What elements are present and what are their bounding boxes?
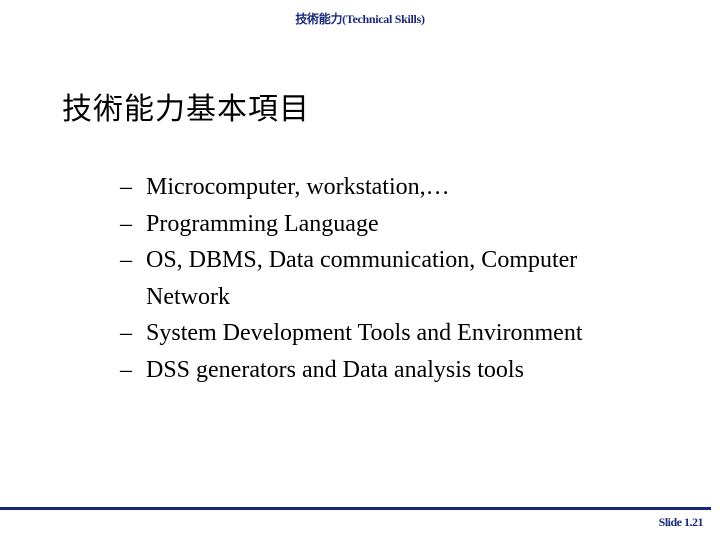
bullet-text: Microcomputer, workstation,…	[146, 174, 450, 200]
bullet-text: DSS generators and Data analysis tools	[146, 356, 524, 383]
bullet-continuation-text: Network	[146, 283, 230, 310]
bullet-item: – Microcomputer, workstation,…	[118, 169, 678, 206]
dash-bullet-icon: –	[120, 247, 132, 273]
bullet-item: – Programming Language	[118, 206, 678, 243]
bullet-item: – DSS generators and Data analysis tools	[118, 352, 678, 389]
bullet-text: Programming Language	[146, 210, 379, 237]
bullet-item: – OS, DBMS, Data communication, Computer …	[118, 242, 678, 315]
header-title: 技術能力(Technical Skills)	[295, 12, 425, 26]
dash-bullet-icon: –	[120, 210, 132, 237]
slide-number: Slide 1.21	[658, 515, 704, 529]
slide-title: 技術能力基本項目	[62, 92, 310, 127]
dash-bullet-icon: –	[120, 356, 132, 383]
dash-bullet-icon: –	[120, 320, 132, 346]
bullet-item: – System Development Tools and Environmen…	[118, 315, 678, 352]
bullet-text: OS, DBMS, Data communication, Computer	[146, 247, 578, 273]
dash-bullet-icon: –	[120, 174, 132, 200]
footer-divider	[0, 507, 711, 510]
bullet-text: System Development Tools and Environment	[146, 320, 583, 346]
bullet-list: – Microcomputer, workstation,… – Programmi…	[118, 169, 678, 388]
